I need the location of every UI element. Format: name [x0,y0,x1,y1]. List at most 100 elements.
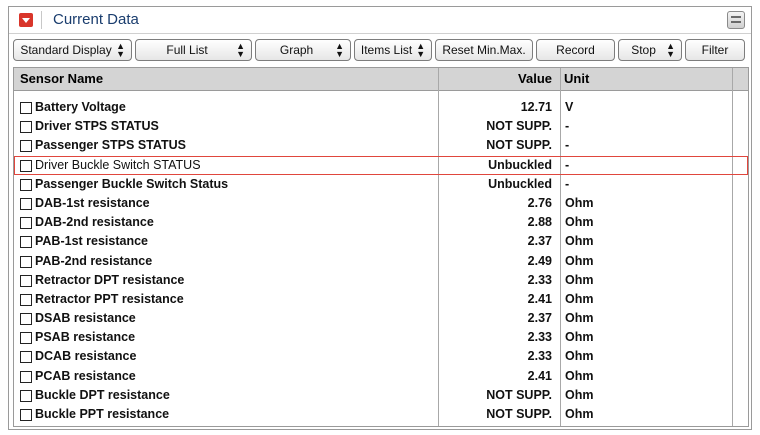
record-button[interactable]: Record [536,39,615,61]
sensor-unit: Ohm [565,368,594,383]
table-row[interactable]: DAB-1st resistance 2.76 Ohm [14,194,748,213]
sensor-value: NOT SUPP. [486,407,552,421]
table-row[interactable]: PCAB resistance 2.41 Ohm [14,367,748,386]
filter-label: Filter [701,43,729,57]
row-checkbox[interactable] [20,274,32,287]
sensor-unit: Ohm [565,272,594,287]
table-row[interactable]: PAB-2nd resistance 2.49 Ohm [14,252,748,271]
sensor-name: DSAB resistance [35,311,136,326]
table-row[interactable]: Retractor DPT resistance 2.33 Ohm [14,271,748,290]
sensor-value: 2.33 [527,272,552,287]
table-row[interactable]: DCAB resistance 2.33 Ohm [14,347,748,366]
title-separator [41,11,42,29]
sensor-value: 2.88 [527,215,552,230]
sensor-unit: - [565,176,570,191]
reset-min-max-label: Reset Min.Max. [442,43,526,57]
updown-icon: ▲ ▼ [335,41,344,59]
sensor-name: Retractor DPT resistance [35,272,185,287]
full-list-dropdown[interactable]: Full List ▲ ▼ [135,39,252,61]
sensor-unit: Ohm [565,253,594,268]
sensor-unit: - [565,157,570,172]
sensor-value: NOT SUPP. [486,387,552,402]
row-checkbox[interactable] [20,389,32,402]
sensor-name: Retractor PPT resistance [35,291,184,306]
table-row[interactable]: Buckle PPT resistance NOT SUPP. Ohm [14,405,748,424]
sensor-unit: Ohm [565,407,594,421]
row-checkbox[interactable] [20,236,32,249]
stop-label: Stop [631,43,656,57]
sensor-unit: Ohm [565,330,594,345]
header-sensor-name[interactable]: Sensor Name [20,71,103,86]
menu-icon[interactable] [727,11,745,29]
standard-display-label: Standard Display [20,43,112,57]
row-checkbox[interactable] [20,217,32,230]
graph-dropdown[interactable]: Graph ▲ ▼ [255,39,351,61]
reset-min-max-button[interactable]: Reset Min.Max. [435,39,533,61]
sensor-name: PCAB resistance [35,368,136,383]
row-checkbox[interactable] [20,178,32,191]
updown-icon: ▲ ▼ [116,41,125,59]
header-value[interactable]: Value [434,71,552,86]
full-list-label: Full List [166,43,208,57]
row-checkbox[interactable] [20,121,32,134]
updown-icon: ▲ ▼ [416,41,426,59]
sensor-name: DCAB resistance [35,349,137,364]
table-body: Battery Voltage 12.71 V Driver STPS STATUS… [14,98,748,424]
updown-icon: ▲ ▼ [666,41,675,59]
sensor-unit: Ohm [565,195,594,210]
row-checkbox[interactable] [20,140,32,153]
row-checkbox[interactable] [20,197,32,210]
standard-display-dropdown[interactable]: Standard Display ▲ ▼ [13,39,132,61]
graph-label: Graph [279,43,314,57]
row-checkbox[interactable] [20,293,32,306]
sensor-value: 2.33 [527,330,552,345]
sensor-name: Buckle PPT resistance [35,407,170,421]
table-row-highlighted[interactable]: Driver Buckle Switch STATUS Unbuckled - [14,155,748,175]
table-row[interactable]: Passenger STPS STATUS NOT SUPP. - [14,136,748,155]
sensor-name: PSAB resistance [35,330,136,345]
record-label: Record [556,43,595,57]
row-checkbox[interactable] [20,409,32,421]
sensor-value: 2.41 [527,368,552,383]
row-checkbox[interactable] [20,159,32,172]
sensor-value: 2.41 [527,291,552,306]
sensor-unit: Ohm [565,215,594,230]
filter-button[interactable]: Filter [685,39,745,61]
sensor-value: Unbuckled [488,157,552,172]
collapse-arrow-icon[interactable] [19,13,33,27]
row-checkbox[interactable] [20,332,32,345]
row-checkbox[interactable] [20,102,32,114]
header-unit[interactable]: Unit [564,71,589,86]
sensor-name: Driver Buckle Switch STATUS [35,157,201,172]
row-checkbox[interactable] [20,351,32,364]
sensor-value: 12.71 [520,100,552,114]
sensor-unit: Ohm [565,234,594,249]
table-row[interactable]: DSAB resistance 2.37 Ohm [14,309,748,328]
items-list-dropdown[interactable]: Items List ▲ ▼ [354,39,432,61]
updown-icon: ▲ ▼ [236,41,245,59]
table-row[interactable]: Buckle DPT resistance NOT SUPP. Ohm [14,386,748,405]
toolbar: Standard Display ▲ ▼ Full List ▲ ▼ Graph ▲… [9,39,751,63]
row-checkbox[interactable] [20,255,32,268]
table-header: Sensor Name Value Unit [14,68,748,91]
sensor-table: Sensor Name Value Unit Battery Voltage 12… [13,67,749,427]
sensor-value: 2.33 [527,349,552,364]
sensor-unit: Ohm [565,311,594,326]
sensor-unit: - [565,138,570,153]
stop-dropdown[interactable]: Stop ▲ ▼ [618,39,682,61]
row-checkbox[interactable] [20,313,32,326]
sensor-value: 2.37 [527,311,552,326]
table-row[interactable]: PAB-1st resistance 2.37 Ohm [14,232,748,251]
table-row[interactable]: Passenger Buckle Switch Status Unbuckled - [14,175,748,194]
table-row[interactable]: DAB-2nd resistance 2.88 Ohm [14,213,748,232]
table-row[interactable]: Retractor PPT resistance 2.41 Ohm [14,290,748,309]
table-row[interactable]: PSAB resistance 2.33 Ohm [14,328,748,347]
sensor-name: PAB-1st resistance [35,234,149,249]
row-checkbox[interactable] [20,370,32,383]
table-row[interactable]: Battery Voltage 12.71 V [14,98,748,117]
sensor-unit: Ohm [565,349,594,364]
sensor-value: 2.37 [527,234,552,249]
sensor-name: Driver STPS STATUS [35,119,159,134]
table-row[interactable]: Driver STPS STATUS NOT SUPP. - [14,117,748,136]
sensor-name: DAB-2nd resistance [35,215,154,230]
